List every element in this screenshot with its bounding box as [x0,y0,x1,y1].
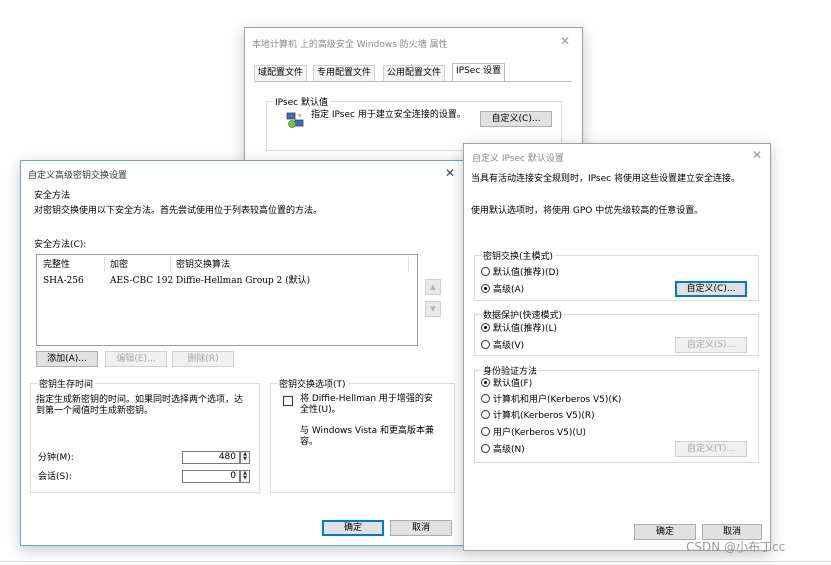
dp-advanced-dot [481,340,490,349]
auth-user-dot [481,427,490,436]
ipsec-dialog-title: 自定义 IPsec 默认设置 [472,154,564,164]
ipsec-desc-1: 当具有活动连接安全规则时，IPsec 将使用这些设置建立安全连接。 [471,174,740,184]
ipsec-cancel-button[interactable]: 取消 [702,524,762,540]
firewall-close-icon[interactable]: ✕ [560,35,570,47]
auth-computer-user-dot [481,394,490,403]
sessions-label: 会话(S): [38,472,72,482]
add-method-button[interactable]: 添加(A)... [36,351,98,367]
kx-advanced-label: 高级(A) [493,285,525,295]
edit-method-button[interactable]: 编辑(E)... [105,351,167,367]
column-header-integrity[interactable]: 完整性 [43,260,70,271]
sessions-stepper[interactable]: ▲ ▼ [240,470,250,483]
ipsec-desc-2: 使用默认选项时，将使用 GPO 中优先级较高的任意设置。 [471,206,704,216]
compat-note: 与 Windows Vista 和更高版本兼容。 [300,426,434,447]
auth-default-dot [481,378,490,387]
column-header-encryption[interactable]: 加密 [110,260,128,271]
key-lifetime-desc: 指定生成新密钥的时间。如果同时选择两个选项，达到第一个阈值时生成新密钥。 [36,395,244,416]
firewall-properties-title: 本地计算机 上的高级安全 Windows 防火墙 属性 [252,40,448,50]
auth-option-default[interactable]: 默认值(F) [481,378,532,390]
sessions-input[interactable]: 0 [182,470,240,483]
auth-option-advanced[interactable]: 高级(N) [481,444,525,456]
kx-advanced-dot [481,284,490,293]
auth-advanced-dot [481,444,490,453]
ike-cancel-button[interactable]: 取消 [390,520,452,536]
auth-default-label: 默认值(F) [493,379,533,389]
tab-domain-profile[interactable]: 域配置文件 [254,65,308,81]
ike-dialog-title: 自定义高级密钥交换设置 [28,171,128,181]
ipsec-defaults-label: IPsec 默认值 [273,95,330,108]
auth-computer-label: 计算机(Kerberos V5)(R) [493,411,595,421]
kx-default-label: 默认值(推荐)(D) [493,268,559,278]
kx-advanced-radio[interactable]: 高级(A) [481,284,524,296]
column-divider-3 [408,257,409,272]
tab-panel-border [254,81,572,82]
row-key-exchange: Diffie-Hellman Group 2 (默认) [176,276,311,286]
column-header-key-exchange[interactable]: 密钥交换算法 [176,260,230,271]
auth-advanced-label: 高级(N) [493,445,525,455]
security-methods-desc: 对密钥交换使用以下安全方法。首先尝试使用位于列表较高位置的方法。 [34,206,323,216]
minutes-label: 分钟(M): [38,453,74,463]
ike-ok-button[interactable]: 确定 [322,520,384,536]
dh-checkbox[interactable] [283,396,293,406]
ipsec-close-icon[interactable]: ✕ [752,149,762,161]
auth-user-label: 用户(Kerberos V5)(U) [493,428,587,438]
kex-options-label: 密钥交换选项(T) [277,377,348,390]
ipsec-customize-button[interactable]: 自定义(C)... [480,111,552,127]
kx-customize-button[interactable]: 自定义(C)... [675,281,747,297]
minutes-stepper[interactable]: ▲ ▼ [240,451,250,464]
key-lifetime-label: 密钥生存时间 [37,377,96,390]
dp-default-dot [481,323,490,332]
column-divider-2 [170,257,171,272]
tab-ipsec-settings[interactable]: IPSec 设置 [452,63,506,81]
move-up-button[interactable]: ▲ [425,279,441,295]
ike-close-icon[interactable]: ✕ [445,167,455,179]
delete-method-button[interactable]: 删除(R) [172,351,234,367]
data-protection-label: 数据保护(快速模式) [481,308,565,321]
move-down-button[interactable]: ▼ [425,301,441,317]
dh-checkbox-label: 将 Diffie-Hellman 用于增强的安全性(U)。 [300,394,433,415]
auth-customize-button[interactable]: 自定义(T)... [675,441,747,457]
dp-default-radio[interactable]: 默认值(推荐)(L) [481,323,557,335]
dp-advanced-radio[interactable]: 高级(V) [481,340,524,352]
auth-option-computer[interactable]: 计算机(Kerberos V5)(R) [481,410,595,422]
page-divider [0,561,831,562]
dp-advanced-label: 高级(V) [493,341,525,351]
auth-option-computer-user[interactable]: 计算机和用户(Kerberos V5)(K) [481,394,621,406]
kx-default-radio[interactable]: 默认值(推荐)(D) [481,267,559,279]
kx-default-dot [481,267,490,276]
dp-customize-button[interactable]: 自定义(S)... [675,337,747,353]
auth-computer-dot [481,410,490,419]
minutes-input[interactable]: 480 [182,451,240,464]
column-divider-1 [104,257,105,272]
ipsec-ok-button[interactable]: 确定 [634,524,696,540]
auth-method-label: 身份验证方法 [481,364,540,377]
tab-public-profile[interactable]: 公用配置文件 [383,65,446,81]
tab-private-profile[interactable]: 专用配置文件 [313,65,376,81]
row-integrity: SHA-256 [43,276,84,286]
security-methods-list-label: 安全方法(C): [34,240,87,250]
ipsec-defaults-desc: 指定 IPsec 用于建立安全连接的设置。 [311,110,466,120]
auth-option-user[interactable]: 用户(Kerberos V5)(U) [481,427,586,439]
security-methods-heading: 安全方法 [34,191,71,201]
dp-default-label: 默认值(推荐)(L) [493,324,558,334]
key-exchange-label: 密钥交换(主模式) [481,249,556,262]
network-security-icon [286,111,304,129]
row-encryption: AES-CBC 192 [110,276,174,286]
auth-computer-user-label: 计算机和用户(Kerberos V5)(K) [493,395,622,405]
watermark: CSDN @小布丁cc [686,540,786,554]
